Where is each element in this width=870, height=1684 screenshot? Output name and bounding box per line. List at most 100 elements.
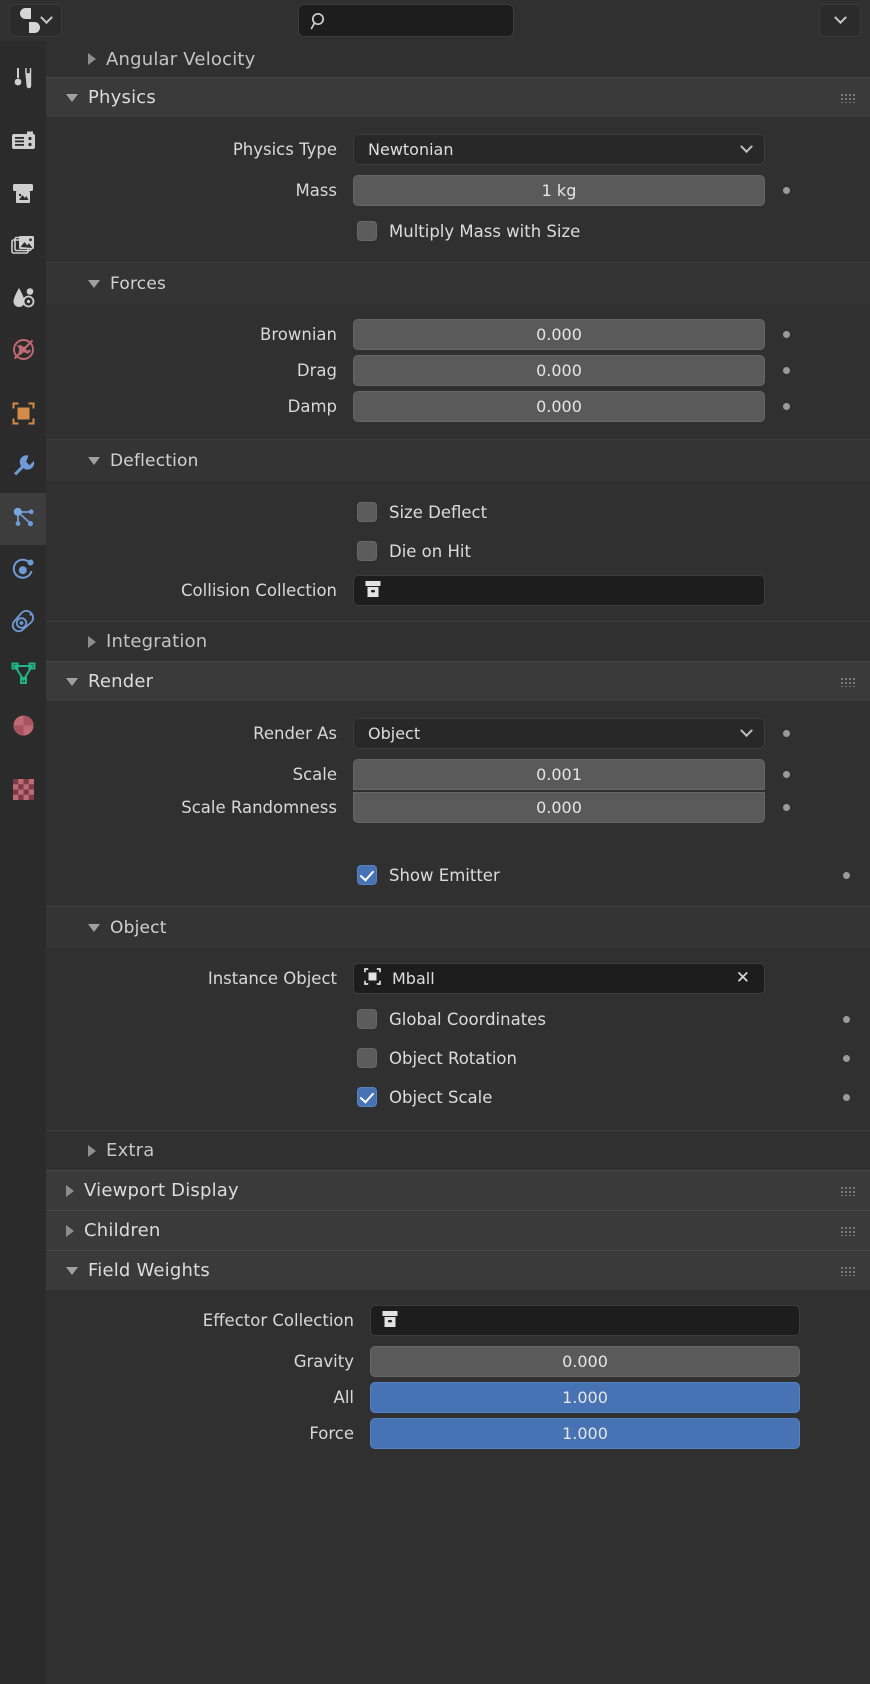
scale-randomness-field[interactable]: 0.000 [353,792,765,823]
world-globe-icon [10,336,37,367]
label-effector-collection: Effector Collection [202,1311,354,1330]
label-instance-object: Instance Object [207,969,337,988]
panel-header-physics[interactable]: Physics [46,77,870,117]
animate-dot-object-scale[interactable] [843,1093,850,1101]
sidebar-item-particles[interactable] [0,493,46,545]
sidebar-item-physics[interactable] [0,545,46,597]
panel-drag-handle[interactable] [840,676,856,687]
texture-checker-icon [10,776,37,807]
chevron-down-icon [66,677,78,686]
damp-field[interactable]: 0.000 [353,391,765,422]
sidebar-item-tool[interactable] [0,53,46,105]
gravity-field[interactable]: 0.000 [370,1346,800,1377]
panel-header-children[interactable]: Children [46,1210,870,1250]
mass-field[interactable]: 1 kg [353,175,765,206]
animate-dot-damp[interactable] [783,403,790,410]
animate-dot-global-coordinates[interactable] [843,1015,850,1023]
properties-panel-column: Angular Velocity Physics Physics Type Ne… [46,41,870,1684]
force-value: 1.000 [562,1424,608,1443]
sidebar-item-view-layer[interactable] [0,221,46,273]
panel-drag-handle[interactable] [840,1225,856,1236]
collection-icon [379,1308,401,1334]
animate-dot-render-as[interactable] [783,730,790,737]
brownian-field[interactable]: 0.000 [353,319,765,350]
panel-title-children: Children [84,1220,161,1241]
checkbox-show-emitter[interactable] [357,865,377,885]
sidebar-item-output[interactable] [0,169,46,221]
row-physics-type: Physics Type Newtonian [46,133,870,166]
panel-header-viewport-display[interactable]: Viewport Display [46,1170,870,1210]
search-input[interactable] [298,4,514,37]
wrench-icon [10,452,37,483]
collision-collection-field[interactable] [353,575,765,606]
label-physics-type: Physics Type [232,140,337,159]
panel-drag-handle[interactable] [840,1185,856,1196]
panel-title-physics: Physics [88,87,156,108]
images-icon [10,232,37,263]
effector-collection-field[interactable] [370,1305,800,1336]
animate-dot-scale[interactable] [783,771,790,778]
panel-drag-handle[interactable] [840,92,856,103]
panel-header-integration[interactable]: Integration [46,621,870,661]
drag-field[interactable]: 0.000 [353,355,765,386]
scale-group: Scale 0.001 Scale Randomness 0.000 [46,758,870,824]
panel-drag-handle[interactable] [840,1265,856,1276]
all-field[interactable]: 1.000 [370,1382,800,1413]
force-field[interactable]: 1.000 [370,1418,800,1449]
chevron-down-icon [833,11,847,25]
instance-object-field[interactable]: Mball ✕ [353,963,765,994]
row-all: All 1.000 [46,1381,870,1414]
panel-header-extra[interactable]: Extra [46,1130,870,1170]
sidebar-item-material[interactable] [0,701,46,753]
label-size-deflect: Size Deflect [389,502,488,522]
object-square-icon [10,400,37,431]
row-show-emitter: Show Emitter [46,860,870,890]
material-sphere-icon [10,712,37,743]
animate-dot-object-rotation[interactable] [843,1054,850,1062]
panel-title-field-weights: Field Weights [88,1260,210,1281]
editor-type-button[interactable] [9,4,62,37]
physics-type-dropdown[interactable]: Newtonian [353,134,765,165]
sidebar-item-modifiers[interactable] [0,441,46,493]
animate-dot-mass[interactable] [783,187,790,194]
panel-options-button[interactable] [819,4,861,37]
panel-body-render: Render As Object Scale 0.001 Scale Rando… [46,717,870,1130]
physics-orbit-icon [10,556,37,587]
label-die-on-hit: Die on Hit [389,541,471,561]
all-value: 1.000 [562,1388,608,1407]
sidebar-item-scene[interactable] [0,273,46,325]
scale-field[interactable]: 0.001 [353,759,765,790]
panel-header-forces[interactable]: Forces [46,262,870,304]
top-bar [0,0,870,41]
sidebar-item-world[interactable] [0,325,46,377]
panel-header-field-weights[interactable]: Field Weights [46,1250,870,1290]
animate-dot-brownian[interactable] [783,331,790,338]
render-as-dropdown[interactable]: Object [353,718,765,749]
checkbox-object-scale[interactable] [357,1087,377,1107]
chevron-right-icon [88,53,96,65]
animate-dot-show-emitter[interactable] [843,871,850,879]
row-die-on-hit: Die on Hit [46,536,870,566]
checkbox-size-deflect[interactable] [357,502,377,522]
checkbox-multiply-mass-with-size[interactable] [357,221,377,241]
row-render-as: Render As Object [46,717,870,750]
panel-header-render[interactable]: Render [46,661,870,701]
close-x-icon[interactable]: ✕ [736,970,750,987]
checkbox-object-rotation[interactable] [357,1048,377,1068]
panel-header-object[interactable]: Object [46,906,870,948]
panel-angular-velocity[interactable]: Angular Velocity [46,41,870,77]
checkbox-die-on-hit[interactable] [357,541,377,561]
chevron-down-icon [66,1266,78,1275]
sidebar-item-texture[interactable] [0,765,46,817]
sidebar-item-object[interactable] [0,389,46,441]
damp-value: 0.000 [536,397,582,416]
panel-header-deflection[interactable]: Deflection [46,439,870,481]
physics-type-value: Newtonian [368,140,454,159]
sidebar-item-object-constraints[interactable] [0,597,46,649]
collection-icon [362,578,384,604]
animate-dot-scale-randomness[interactable] [783,804,790,811]
animate-dot-drag[interactable] [783,367,790,374]
checkbox-global-coordinates[interactable] [357,1009,377,1029]
sidebar-item-object-data[interactable] [0,649,46,701]
sidebar-item-render[interactable] [0,117,46,169]
